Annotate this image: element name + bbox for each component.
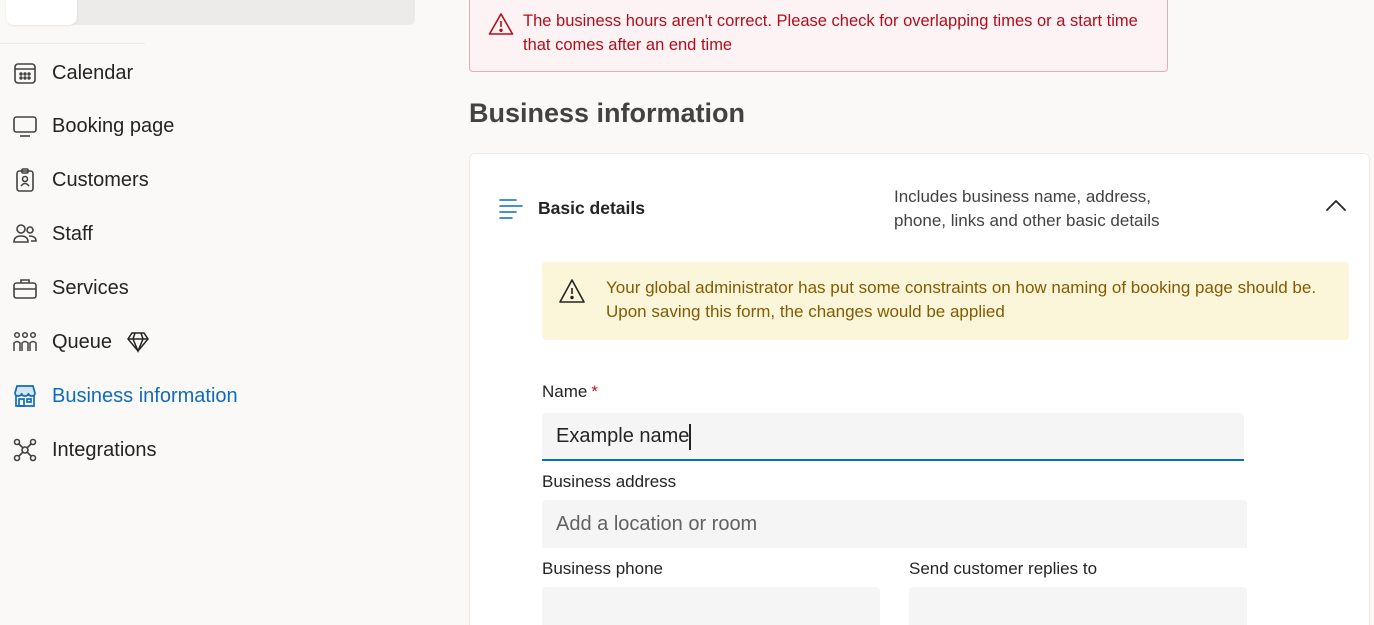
- business-phone-input[interactable]: [542, 587, 880, 625]
- briefcase-icon: [12, 275, 38, 301]
- business-logo[interactable]: [6, 0, 77, 25]
- sidebar-item-booking-page[interactable]: Booking page: [0, 106, 300, 146]
- customer-replies-input[interactable]: [909, 587, 1247, 625]
- business-address-label: Business address: [542, 472, 677, 491]
- sidebar-item-customers[interactable]: Customers: [0, 160, 300, 200]
- name-label: Name *: [542, 382, 598, 402]
- network-icon: [12, 437, 38, 463]
- sidebar-item-services[interactable]: Services: [0, 268, 300, 308]
- basic-details-card: Basic details Includes business name, ad…: [469, 153, 1370, 625]
- people-queue-icon: [12, 329, 38, 355]
- error-message: The business hours aren't correct. Pleas…: [523, 12, 1138, 54]
- monitor-icon: [12, 113, 38, 139]
- business-phone-label: Business phone: [542, 559, 663, 578]
- collapse-button[interactable]: [1322, 194, 1350, 220]
- sidebar-divider: [0, 43, 145, 44]
- sidebar-item-label: Business information: [52, 384, 238, 407]
- business-address-input[interactable]: [542, 500, 1247, 548]
- warning-icon: [558, 278, 586, 304]
- naming-constraint-warning: Your global administrator has put some c…: [542, 262, 1349, 340]
- name-input[interactable]: [542, 413, 1244, 461]
- sidebar-item-label: Calendar: [52, 61, 134, 84]
- sidebar-item-queue[interactable]: Queue: [0, 322, 300, 362]
- sidebar-item-integrations[interactable]: Integrations: [0, 430, 300, 470]
- text-align-icon: [498, 195, 526, 221]
- premium-diamond-icon: [126, 330, 150, 354]
- warning-icon: [488, 12, 514, 36]
- name-label-text: Name: [542, 382, 588, 401]
- sidebar-item-calendar[interactable]: Calendar: [0, 53, 300, 93]
- card-description: Includes business name, address, phone, …: [894, 187, 1160, 230]
- text-caret: [689, 424, 691, 450]
- sidebar-item-label: Customers: [52, 168, 149, 191]
- sidebar-item-label: Services: [52, 276, 129, 299]
- sidebar-item-business-information[interactable]: Business information: [0, 376, 300, 416]
- card-title: Basic details: [538, 198, 645, 218]
- sidebar-item-staff[interactable]: Staff: [0, 214, 300, 254]
- chevron-up-icon: [1325, 198, 1347, 217]
- sidebar-item-label: Booking page: [52, 114, 175, 137]
- sidebar-item-label: Integrations: [52, 438, 157, 461]
- calendar-icon: [12, 60, 38, 86]
- customer-replies-label: Send customer replies to: [909, 559, 1098, 578]
- sidebar-item-label: Queue: [52, 330, 113, 353]
- warning-message: Your global administrator has put some c…: [606, 278, 1317, 321]
- storefront-icon: [12, 383, 38, 409]
- app-switcher[interactable]: [48, 0, 415, 25]
- page-title: Business information: [469, 98, 746, 128]
- required-mark: *: [591, 382, 598, 401]
- sidebar: Calendar Booking page Customers Staff Se…: [0, 0, 430, 625]
- business-hours-error-bar: The business hours aren't correct. Pleas…: [469, 0, 1168, 72]
- sidebar-item-label: Staff: [52, 222, 93, 245]
- contact-card-icon: [12, 167, 38, 193]
- people-icon: [12, 221, 38, 247]
